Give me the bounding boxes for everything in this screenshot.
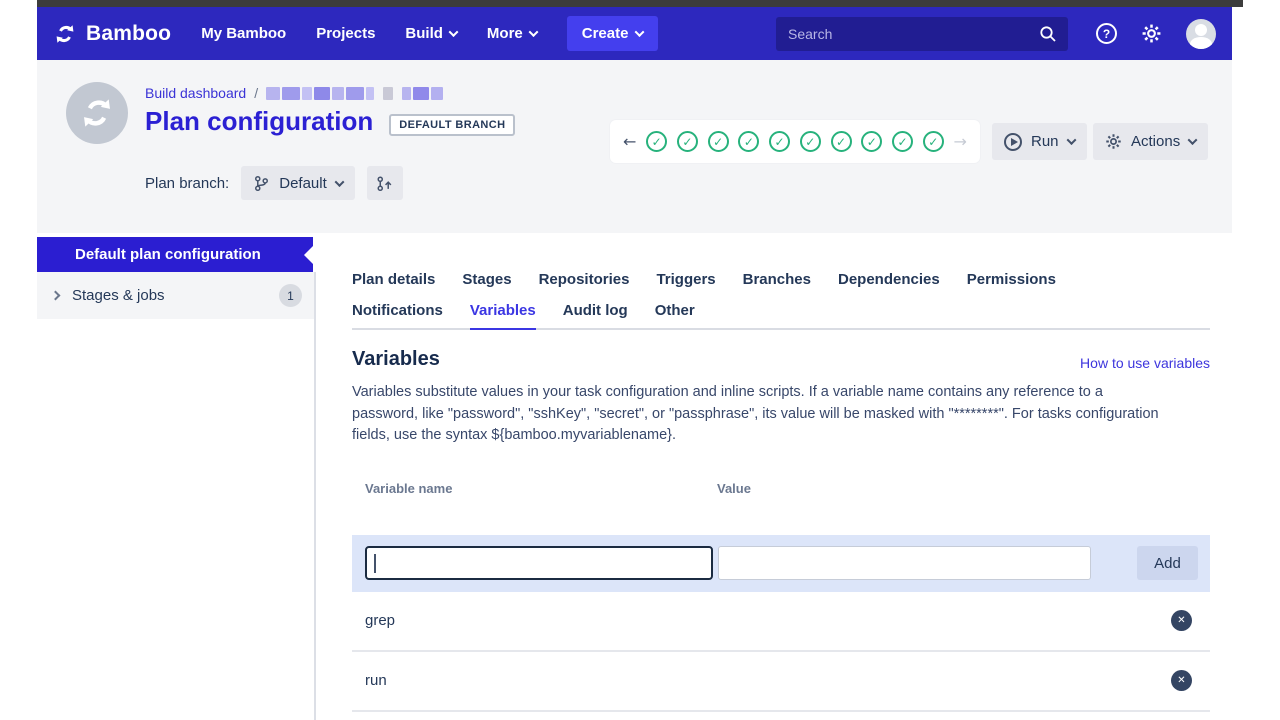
bamboo-logo[interactable]: Bamboo	[53, 22, 171, 46]
nav-item-projects[interactable]: Projects	[316, 25, 375, 42]
question-mark-icon: ?	[1096, 23, 1117, 44]
section-title: Variables	[352, 348, 440, 371]
sidebar-header: Default plan configuration	[37, 237, 313, 272]
how-to-use-variables-link[interactable]: How to use variables	[1080, 355, 1210, 371]
column-value: Value	[717, 481, 751, 496]
tab-permissions[interactable]: Permissions	[967, 271, 1056, 288]
sidebar-divider	[314, 272, 316, 720]
breadcrumb-separator: /	[254, 85, 258, 101]
variable-value-input[interactable]	[718, 546, 1091, 580]
redacted-plan-name	[266, 87, 443, 100]
tab-audit-log[interactable]: Audit log	[563, 302, 628, 328]
search-input[interactable]	[776, 17, 1068, 51]
branch-plus-icon	[376, 175, 393, 192]
build-success-icon[interactable]	[769, 131, 790, 152]
create-branch-button[interactable]	[367, 166, 403, 200]
tab-stages[interactable]: Stages	[462, 271, 511, 288]
build-success-icon[interactable]	[677, 131, 698, 152]
settings-button[interactable]	[1141, 23, 1162, 44]
previous-builds-arrow-icon[interactable]: ←	[623, 132, 636, 151]
page-title: Plan configuration	[145, 106, 373, 137]
create-button[interactable]: Create	[567, 16, 659, 51]
add-variable-row: Add	[352, 535, 1210, 592]
plan-avatar	[66, 82, 128, 144]
brand-name: Bamboo	[86, 22, 171, 46]
nav-item-my-bamboo[interactable]: My Bamboo	[201, 25, 286, 42]
chevron-down-icon	[635, 27, 645, 37]
variables-description: Variables substitute values in your task…	[352, 382, 1160, 447]
config-tabs: Plan details Stages Repositories Trigger…	[352, 267, 1210, 330]
table-row: grep	[352, 592, 1210, 652]
table-row: run	[352, 652, 1210, 712]
tab-notifications[interactable]: Notifications	[352, 302, 443, 328]
main-content: Plan details Stages Repositories Trigger…	[352, 267, 1210, 712]
chevron-down-icon	[334, 177, 344, 187]
nav-item-build[interactable]: Build	[405, 25, 457, 42]
nav-item-more[interactable]: More	[487, 25, 537, 42]
variable-name: grep	[352, 612, 395, 629]
column-variable-name: Variable name	[365, 481, 717, 496]
build-success-icon[interactable]	[738, 131, 759, 152]
gear-icon	[1105, 133, 1122, 150]
branch-icon	[253, 175, 270, 192]
gear-icon	[1141, 23, 1162, 44]
build-success-icon[interactable]	[892, 131, 913, 152]
plan-branch-label: Plan branch:	[145, 175, 229, 192]
add-button[interactable]: Add	[1137, 546, 1198, 580]
window-top-strip	[37, 0, 1243, 7]
tab-plan-details[interactable]: Plan details	[352, 271, 435, 288]
sidebar-item-stages-jobs[interactable]: Stages & jobs 1	[37, 272, 314, 319]
play-icon	[1004, 133, 1022, 151]
tab-dependencies[interactable]: Dependencies	[838, 271, 940, 288]
chevron-down-icon	[1066, 135, 1076, 145]
tab-branches[interactable]: Branches	[743, 271, 811, 288]
chevron-right-icon	[51, 291, 61, 301]
top-navbar: Bamboo My Bamboo Projects Build More Cre…	[37, 7, 1232, 60]
tab-repositories[interactable]: Repositories	[539, 271, 630, 288]
table-header: Variable name Value	[352, 481, 1210, 496]
chevron-down-icon	[1188, 135, 1198, 145]
default-branch-badge: DEFAULT BRANCH	[389, 114, 515, 136]
text-caret	[374, 554, 376, 573]
build-success-icon[interactable]	[646, 131, 667, 152]
run-button[interactable]: Run	[992, 123, 1087, 160]
delete-variable-icon[interactable]	[1171, 610, 1192, 631]
breadcrumb-build-dashboard-link[interactable]: Build dashboard	[145, 85, 246, 101]
build-success-icon[interactable]	[923, 131, 944, 152]
build-status-strip: ← →	[610, 120, 980, 163]
build-success-icon[interactable]	[861, 131, 882, 152]
variable-name: run	[352, 672, 387, 689]
next-builds-arrow-icon: →	[953, 132, 966, 151]
bamboo-logo-icon	[53, 22, 77, 46]
sync-icon	[78, 94, 116, 132]
variable-name-input[interactable]	[365, 546, 713, 580]
search-box	[776, 17, 1068, 51]
plan-header: Build dashboard / Plan configuration DEF…	[37, 60, 1232, 233]
tab-other[interactable]: Other	[655, 302, 695, 328]
user-avatar	[1186, 19, 1216, 49]
tab-variables[interactable]: Variables	[470, 302, 536, 330]
branch-selector[interactable]: Default	[241, 166, 355, 200]
actions-button[interactable]: Actions	[1093, 123, 1208, 160]
delete-variable-icon[interactable]	[1171, 670, 1192, 691]
chevron-down-icon	[528, 27, 538, 37]
user-menu-button[interactable]	[1186, 19, 1216, 49]
count-badge: 1	[279, 284, 302, 307]
help-button[interactable]: ?	[1096, 23, 1117, 44]
breadcrumb: Build dashboard /	[145, 85, 443, 101]
search-icon[interactable]	[1038, 24, 1058, 44]
build-success-icon[interactable]	[831, 131, 852, 152]
build-success-icon[interactable]	[708, 131, 729, 152]
build-success-icon[interactable]	[800, 131, 821, 152]
chevron-down-icon	[448, 27, 458, 37]
tab-triggers[interactable]: Triggers	[656, 271, 715, 288]
